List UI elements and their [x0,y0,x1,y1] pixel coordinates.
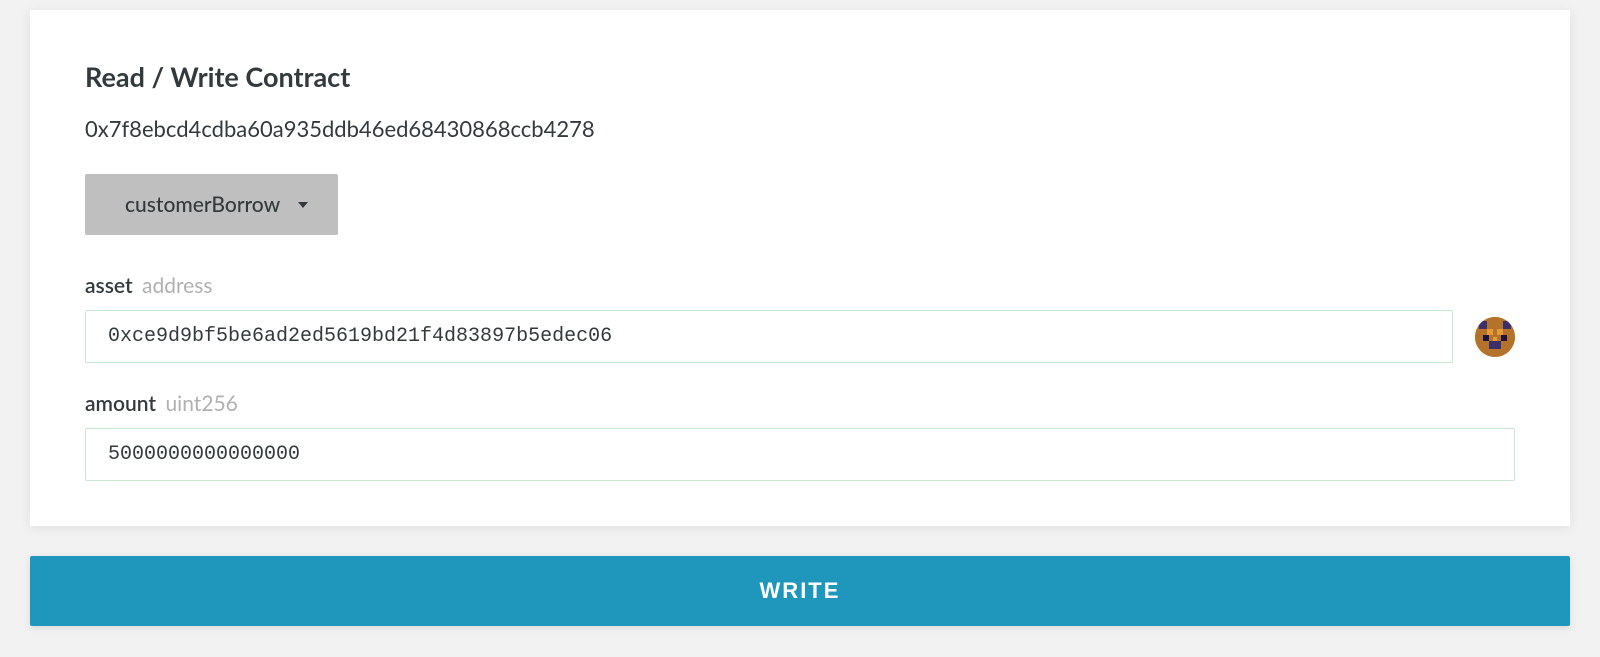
field-asset-input-row [85,310,1515,363]
amount-input[interactable] [85,428,1515,481]
field-amount-label: amount uint256 [85,391,1515,416]
address-identicon [1475,317,1515,357]
contract-panel: Read / Write Contract 0x7f8ebcd4cdba60a9… [30,10,1570,526]
field-amount: amount uint256 [85,391,1515,481]
field-asset-name: asset [85,273,133,298]
asset-input[interactable] [85,310,1453,363]
field-asset-label: asset address [85,273,1515,298]
chevron-down-icon [298,202,308,208]
function-dropdown-label: customerBorrow [125,192,280,217]
panel-heading: Read / Write Contract [85,60,1515,93]
field-amount-type: uint256 [165,391,237,416]
write-button[interactable]: WRITE [30,556,1570,626]
field-asset: asset address [85,273,1515,363]
function-dropdown[interactable]: customerBorrow [85,174,338,235]
field-amount-name: amount [85,391,156,416]
contract-address: 0x7f8ebcd4cdba60a935ddb46ed68430868ccb42… [85,115,1515,142]
field-asset-type: address [142,273,212,298]
